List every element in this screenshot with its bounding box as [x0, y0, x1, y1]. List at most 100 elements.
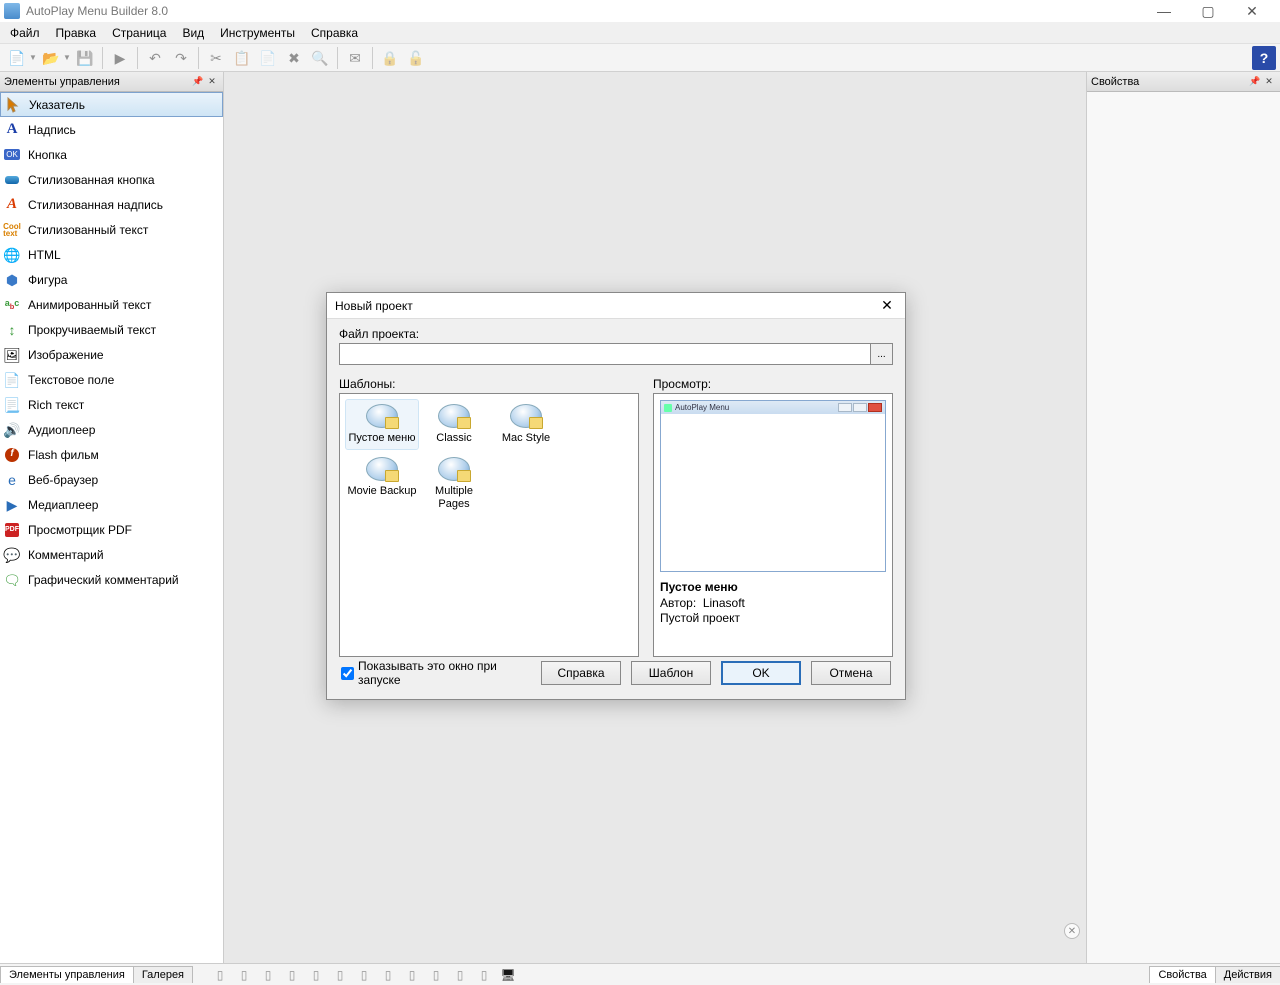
menu-page[interactable]: Страница	[104, 24, 174, 42]
close-button[interactable]: ✕	[1240, 3, 1264, 19]
element-item-label: HTML	[28, 248, 61, 262]
element-item-label: Фигура	[28, 273, 67, 287]
tab-properties[interactable]: Свойства	[1149, 966, 1215, 983]
panel-pin-icon[interactable]: 📌	[191, 75, 205, 89]
project-file-browse-button[interactable]: ...	[871, 343, 893, 365]
menu-view[interactable]: Вид	[174, 24, 212, 42]
monitor-icon[interactable]: 🖥	[498, 966, 518, 984]
open-button[interactable]: 📂	[39, 46, 63, 70]
properties-panel-header: Свойства 📌 ✕	[1087, 72, 1280, 92]
template-item[interactable]: Multiple Pages	[418, 453, 490, 515]
show-on-startup-label: Показывать это окно при запуске	[358, 659, 531, 687]
element-item-globe[interactable]: 🌐HTML	[0, 242, 223, 267]
align-middle-icon[interactable]: ▯	[306, 966, 326, 984]
element-item-flash[interactable]: fFlash фильм	[0, 442, 223, 467]
center-page-icon[interactable]: ▯	[474, 966, 494, 984]
menu-tools[interactable]: Инструменты	[212, 24, 303, 42]
elements-list: УказательAНадписьOKКнопкаСтилизованная к…	[0, 92, 223, 963]
element-item-styled-A[interactable]: AСтилизованная надпись	[0, 192, 223, 217]
element-item-browser[interactable]: eВеб-браузер	[0, 467, 223, 492]
dialog-close-button[interactable]: ✕	[877, 296, 897, 316]
find-button[interactable]: 🔍	[308, 46, 332, 70]
panel-pin-icon[interactable]: 📌	[1248, 75, 1262, 89]
minimize-button[interactable]: —	[1152, 3, 1176, 19]
scroll-icon: ↕	[4, 322, 20, 338]
menu-file[interactable]: Файл	[2, 24, 48, 42]
menu-help[interactable]: Справка	[303, 24, 366, 42]
undo-button[interactable]: ↶	[143, 46, 167, 70]
tab-gallery[interactable]: Галерея	[133, 966, 193, 983]
show-on-startup-input[interactable]	[341, 667, 354, 680]
dialog-help-button[interactable]: Справка	[541, 661, 621, 685]
maximize-button[interactable]: ▢	[1196, 3, 1220, 19]
element-item-cool[interactable]: CooltextСтилизованный текст	[0, 217, 223, 242]
element-item-pdf[interactable]: PDFПросмотрщик PDF	[0, 517, 223, 542]
redo-button[interactable]: ↷	[169, 46, 193, 70]
dialog-ok-button[interactable]: OK	[721, 661, 801, 685]
project-file-input[interactable]	[339, 343, 871, 365]
gcomment-icon: 🗨	[4, 572, 20, 588]
image-icon: 🖼	[4, 347, 20, 363]
element-item-A[interactable]: AНадпись	[0, 117, 223, 142]
show-on-startup-checkbox[interactable]: Показывать это окно при запуске	[341, 659, 531, 687]
distribute-v-icon[interactable]: ▯	[378, 966, 398, 984]
align-top-icon[interactable]: ▯	[282, 966, 302, 984]
template-item[interactable]: Mac Style	[490, 400, 562, 449]
dialog-cancel-button[interactable]: Отмена	[811, 661, 891, 685]
element-item-shape[interactable]: ⬢Фигура	[0, 267, 223, 292]
preview-max-icon	[853, 403, 867, 412]
dialog-template-button[interactable]: Шаблон	[631, 661, 711, 685]
panel-close-icon[interactable]: ✕	[1262, 75, 1276, 89]
element-item-button[interactable]: OKКнопка	[0, 142, 223, 167]
element-item-pointer[interactable]: Указатель	[0, 92, 223, 117]
distribute-h-icon[interactable]: ▯	[354, 966, 374, 984]
element-item-comment[interactable]: 💬Комментарий	[0, 542, 223, 567]
dialog-titlebar: Новый проект ✕	[327, 293, 905, 319]
same-height-icon[interactable]: ▯	[426, 966, 446, 984]
unlock-button[interactable]: 🔓	[404, 46, 428, 70]
mail-button[interactable]: ✉	[343, 46, 367, 70]
align-right-icon[interactable]: ▯	[258, 966, 278, 984]
template-item[interactable]: Classic	[418, 400, 490, 449]
element-item-label: Комментарий	[28, 548, 104, 562]
anim-icon: abc	[4, 297, 20, 313]
lock-button[interactable]: 🔒	[378, 46, 402, 70]
canvas-close-icon[interactable]: ✕	[1064, 923, 1080, 939]
element-item-textbox[interactable]: 📄Текстовое поле	[0, 367, 223, 392]
element-item-label: Прокручиваемый текст	[28, 323, 156, 337]
element-item-image[interactable]: 🖼Изображение	[0, 342, 223, 367]
templates-label: Шаблоны:	[339, 377, 639, 391]
element-item-media[interactable]: ▶Медиаплеер	[0, 492, 223, 517]
align-left-icon[interactable]: ▯	[210, 966, 230, 984]
align-bottom-icon[interactable]: ▯	[330, 966, 350, 984]
help-button[interactable]: ?	[1252, 46, 1276, 70]
tab-elements[interactable]: Элементы управления	[0, 966, 134, 983]
save-button[interactable]: 💾	[73, 46, 97, 70]
new-project-dropdown[interactable]: ▼	[28, 53, 38, 62]
copy-button[interactable]: 📋	[230, 46, 254, 70]
element-item-audio[interactable]: 🔊Аудиоплеер	[0, 417, 223, 442]
template-item[interactable]: Пустое меню	[346, 400, 418, 449]
paste-button[interactable]: 📄	[256, 46, 280, 70]
element-item-styled-button[interactable]: Стилизованная кнопка	[0, 167, 223, 192]
element-item-anim[interactable]: abcАнимированный текст	[0, 292, 223, 317]
preview-min-icon	[838, 403, 852, 412]
element-item-scroll[interactable]: ↕ Прокручиваемый текст	[0, 317, 223, 342]
element-item-rich[interactable]: 📃Rich текст	[0, 392, 223, 417]
preview-panel: AutoPlay Menu Пустое меню Автор: Linasof…	[653, 393, 893, 657]
tab-actions[interactable]: Действия	[1215, 966, 1280, 983]
new-project-button[interactable]: 📄	[5, 46, 29, 70]
delete-button[interactable]: ✖	[282, 46, 306, 70]
play-button[interactable]: ▶	[108, 46, 132, 70]
elements-panel-title: Элементы управления	[4, 76, 191, 88]
menu-edit[interactable]: Правка	[48, 24, 105, 42]
align-center-h-icon[interactable]: ▯	[234, 966, 254, 984]
same-size-icon[interactable]: ▯	[450, 966, 470, 984]
panel-close-icon[interactable]: ✕	[205, 75, 219, 89]
templates-list: Пустое менюClassicMac Style Movie BackupM…	[339, 393, 639, 657]
same-width-icon[interactable]: ▯	[402, 966, 422, 984]
cut-button[interactable]: ✂	[204, 46, 228, 70]
template-item[interactable]: Movie Backup	[346, 453, 418, 515]
open-dropdown[interactable]: ▼	[62, 53, 72, 62]
element-item-gcomment[interactable]: 🗨Графический комментарий	[0, 567, 223, 592]
